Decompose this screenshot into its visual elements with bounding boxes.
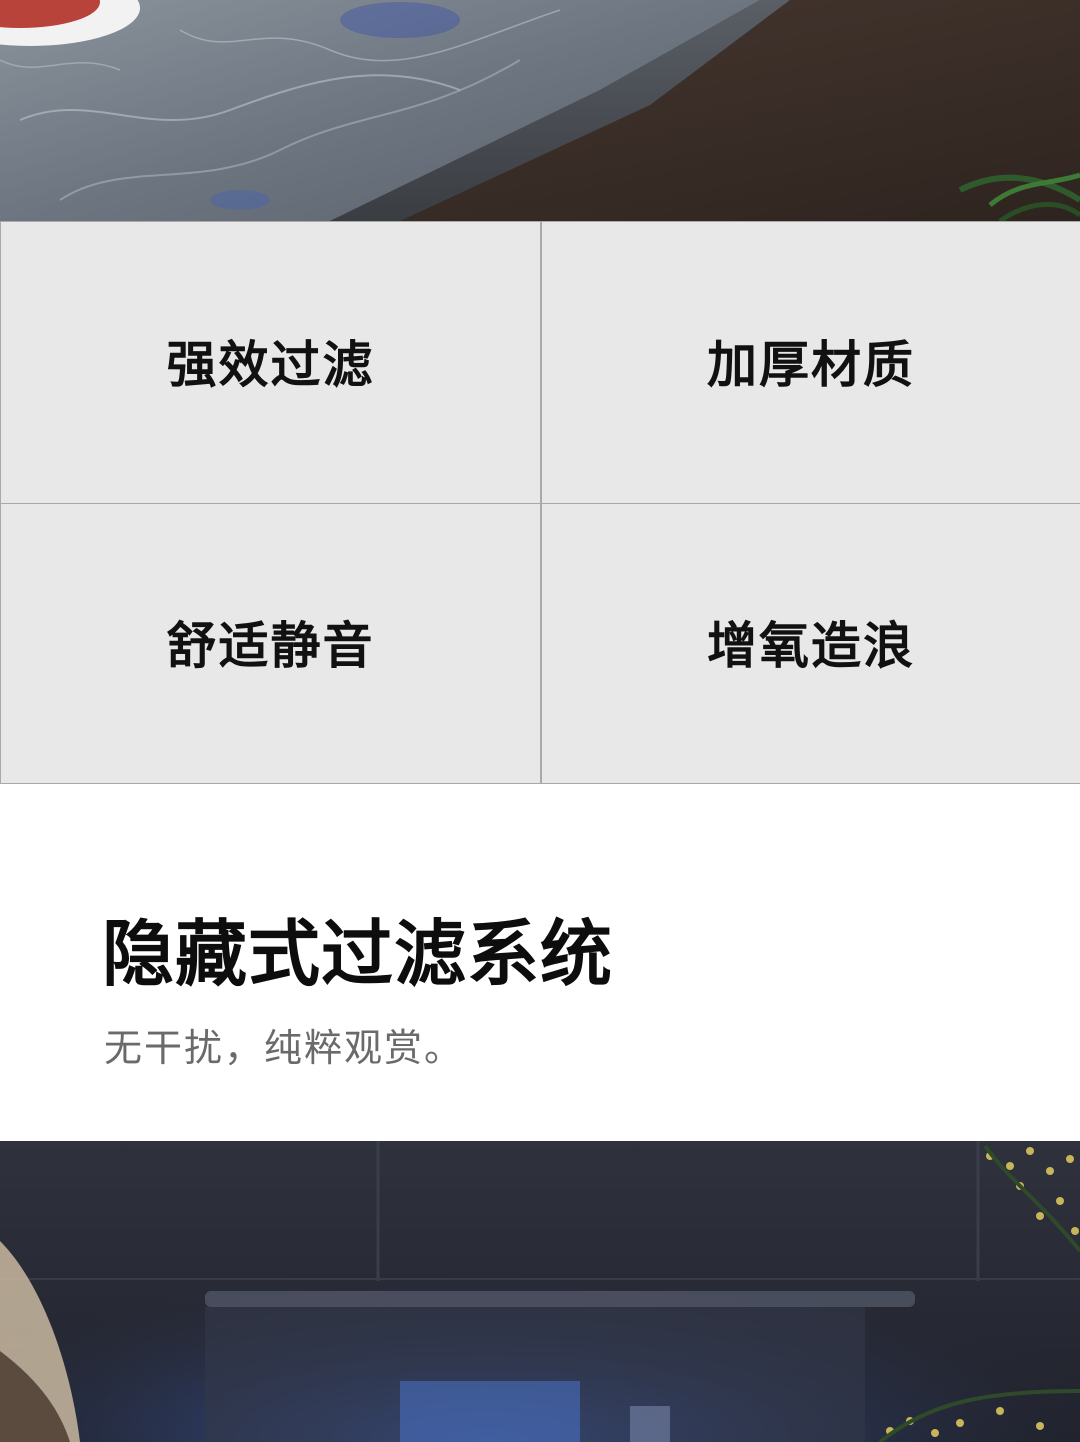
feature-cell-thick-material: 加厚材质 <box>540 222 1080 503</box>
countertop-illustration <box>0 0 1080 221</box>
feature-label: 舒适静音 <box>166 617 375 675</box>
filtration-section: 隐藏式过滤系统 无干扰，纯粹观赏。 <box>0 784 1080 1141</box>
feature-label: 加厚材质 <box>707 335 915 394</box>
feature-cell-quiet: 舒适静音 <box>0 503 540 784</box>
product-detail-page: 强效过滤 加厚材质 舒适静音 增氧造浪 隐藏式过滤系统 无干扰，纯粹观赏。 <box>0 0 1080 1442</box>
section-subtitle: 无干扰，纯粹观赏。 <box>104 1026 465 1070</box>
feature-label: 增氧造浪 <box>707 617 915 675</box>
aquarium-photo <box>0 1141 1080 1442</box>
feature-label: 强效过滤 <box>166 335 375 394</box>
aquarium-illustration <box>0 1141 1080 1442</box>
section-title: 隐藏式过滤系统 <box>102 912 614 996</box>
feature-cell-filtration: 强效过滤 <box>0 222 540 503</box>
feature-cell-oxygen-wave: 增氧造浪 <box>540 503 1080 784</box>
countertop-photo <box>0 0 1080 221</box>
feature-grid: 强效过滤 加厚材质 舒适静音 增氧造浪 <box>0 221 1080 784</box>
